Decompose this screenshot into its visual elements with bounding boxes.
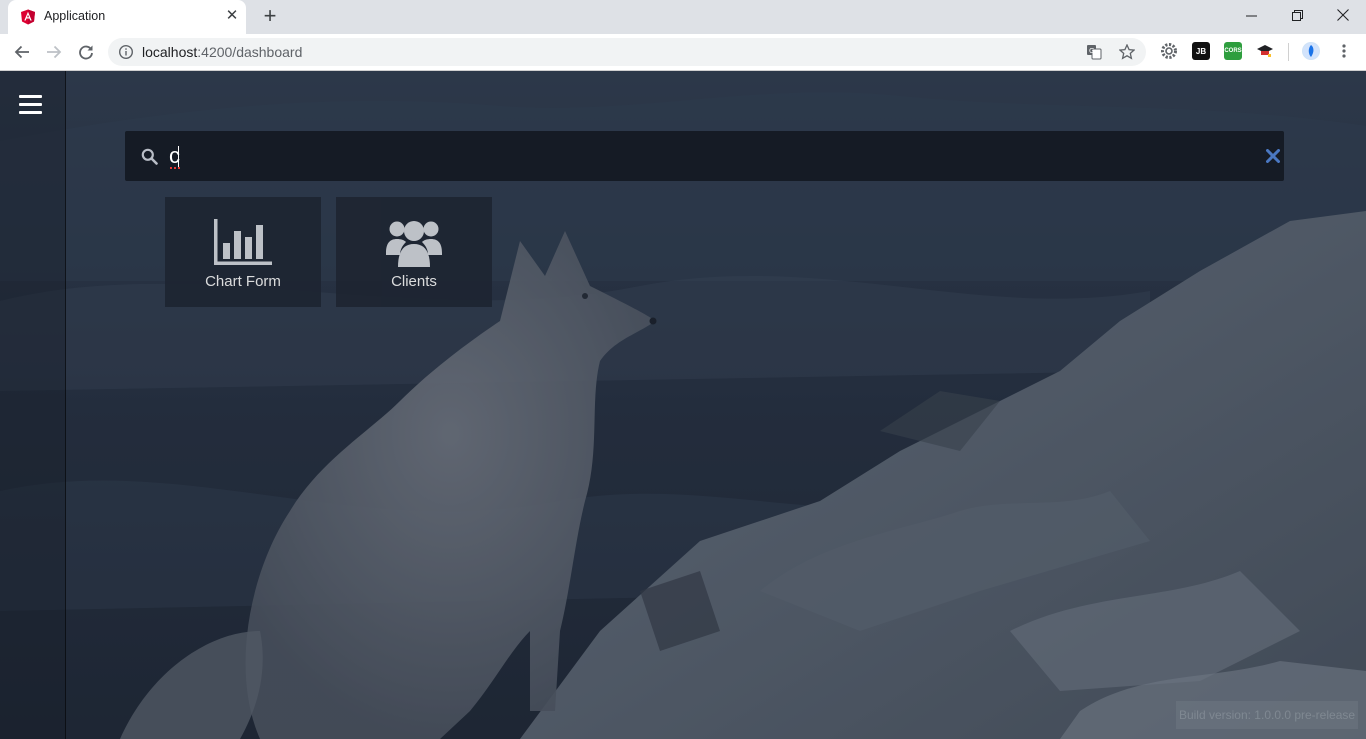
graduation-cap-icon[interactable] — [1256, 42, 1274, 60]
result-label: Clients — [391, 273, 437, 290]
menu-toggle-button[interactable] — [19, 95, 42, 114]
more-vert-icon — [1342, 44, 1346, 58]
browser-titlebar: Application ✕ + — [0, 0, 1366, 34]
close-window-button[interactable] — [1320, 0, 1366, 30]
tab-title: Application — [44, 9, 106, 23]
clear-search-button[interactable] — [1263, 146, 1283, 166]
cors-label: CORS — [1224, 48, 1242, 54]
browser-menu-button[interactable] — [1335, 42, 1353, 60]
app-viewport: Chart Form Clients Build version: 1.0.0.… — [0, 71, 1366, 739]
reload-icon — [79, 45, 93, 60]
result-tile-chart-form[interactable]: Chart Form — [165, 197, 321, 307]
tab-close-icon[interactable]: ✕ — [224, 8, 240, 24]
minimize-icon — [1245, 15, 1257, 16]
close-icon — [1266, 149, 1280, 163]
users-icon — [386, 217, 442, 267]
browser-toolbar: localhost:4200/dashboard G JB CORS — [0, 34, 1366, 71]
url-path: :4200/dashboard — [197, 44, 303, 60]
restore-icon — [1291, 9, 1303, 21]
profile-avatar[interactable] — [1302, 42, 1320, 60]
url-text: localhost:4200/dashboard — [142, 44, 302, 60]
cors-icon[interactable]: CORS — [1224, 42, 1242, 60]
minimize-button[interactable] — [1228, 0, 1274, 30]
result-label: Chart Form — [205, 273, 281, 290]
jetbrains-label: JB — [1195, 46, 1207, 56]
settings-gear-icon[interactable] — [1160, 42, 1178, 60]
search-icon — [141, 148, 158, 165]
browser-tab[interactable]: Application ✕ — [8, 0, 246, 34]
address-bar[interactable]: localhost:4200/dashboard G — [108, 38, 1146, 66]
hamburger-bar — [19, 95, 42, 98]
build-version-label: Build version: 1.0.0.0 pre-release — [1176, 701, 1358, 729]
hamburger-bar — [19, 111, 42, 114]
profile-avatar-icon — [1303, 43, 1319, 59]
search-input[interactable] — [167, 141, 1227, 171]
arrow-right-icon — [47, 45, 62, 59]
back-button[interactable] — [10, 40, 34, 64]
angular-icon — [21, 9, 35, 25]
translate-icon[interactable]: G — [1085, 43, 1103, 61]
reload-button[interactable] — [74, 40, 98, 64]
close-icon — [1337, 9, 1349, 21]
toolbar-separator — [1288, 43, 1289, 61]
bar-chart-icon — [214, 217, 272, 267]
new-tab-button[interactable]: + — [258, 5, 282, 29]
hamburger-bar — [19, 103, 42, 106]
jetbrains-icon[interactable]: JB — [1192, 42, 1210, 60]
svg-text:G: G — [1089, 47, 1094, 55]
bookmark-star-icon[interactable] — [1118, 43, 1136, 61]
arrow-left-icon — [14, 45, 29, 59]
result-tile-clients[interactable]: Clients — [336, 197, 492, 307]
restore-button[interactable] — [1274, 0, 1320, 30]
url-host: localhost — [142, 44, 198, 60]
spellcheck-underline — [170, 167, 180, 169]
side-nav — [0, 71, 66, 739]
info-icon — [118, 44, 134, 60]
forward-button[interactable] — [42, 40, 66, 64]
text-caret — [178, 146, 179, 168]
app-search-bar — [125, 131, 1284, 181]
